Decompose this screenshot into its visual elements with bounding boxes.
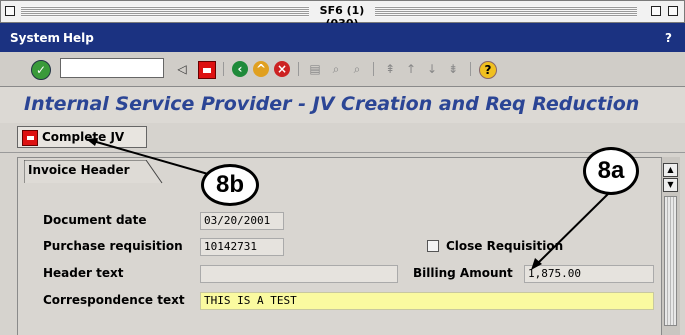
callout-8a: 8a <box>583 147 639 195</box>
sap-window: SF6 (1) (030) System Help ? ✓ ◁ ‹ ^ × ▤ … <box>0 0 685 335</box>
arrow-8b-head <box>86 138 98 146</box>
callout-8b: 8b <box>201 164 259 206</box>
arrow-8b-line <box>92 140 216 177</box>
arrow-8a-line <box>536 193 609 265</box>
